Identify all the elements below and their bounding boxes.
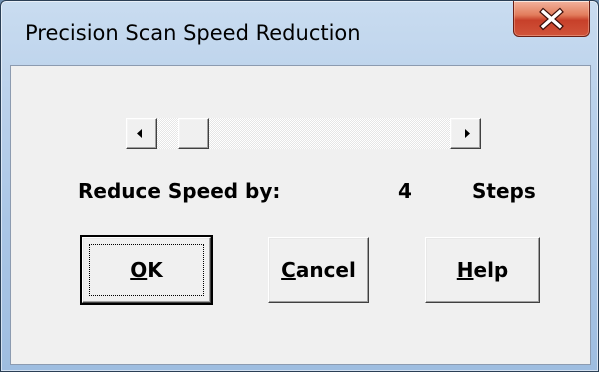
scroll-thumb[interactable]	[177, 118, 209, 149]
scroll-right-button[interactable]	[450, 118, 481, 149]
cancel-mnemonic: C	[281, 258, 296, 282]
steps-value: 4	[398, 179, 412, 203]
reduce-speed-label: Reduce Speed by:	[78, 179, 281, 203]
scroll-left-button[interactable]	[126, 118, 157, 149]
close-button[interactable]	[513, 1, 590, 37]
ok-button[interactable]: OK	[80, 235, 213, 305]
title-bar[interactable]: Precision Scan Speed Reduction	[1, 1, 598, 61]
help-button[interactable]: Help	[425, 237, 540, 303]
window-title: Precision Scan Speed Reduction	[25, 21, 361, 45]
cancel-label-rest: ancel	[295, 258, 356, 282]
ok-label-rest: K	[147, 258, 163, 282]
cancel-button[interactable]: Cancel	[268, 237, 369, 303]
help-mnemonic: H	[456, 258, 474, 282]
close-icon	[539, 7, 564, 31]
speed-scrollbar[interactable]	[126, 118, 481, 149]
dialog-window: Precision Scan Speed Reduction Reduce Sp…	[0, 0, 599, 372]
steps-unit-label: Steps	[472, 179, 536, 203]
arrow-left-icon	[137, 129, 142, 138]
ok-mnemonic: O	[130, 258, 148, 282]
dialog-body: Reduce Speed by: 4 Steps OK Cancel Help	[10, 65, 591, 365]
arrow-right-icon	[465, 129, 470, 138]
help-label-rest: elp	[473, 258, 509, 282]
